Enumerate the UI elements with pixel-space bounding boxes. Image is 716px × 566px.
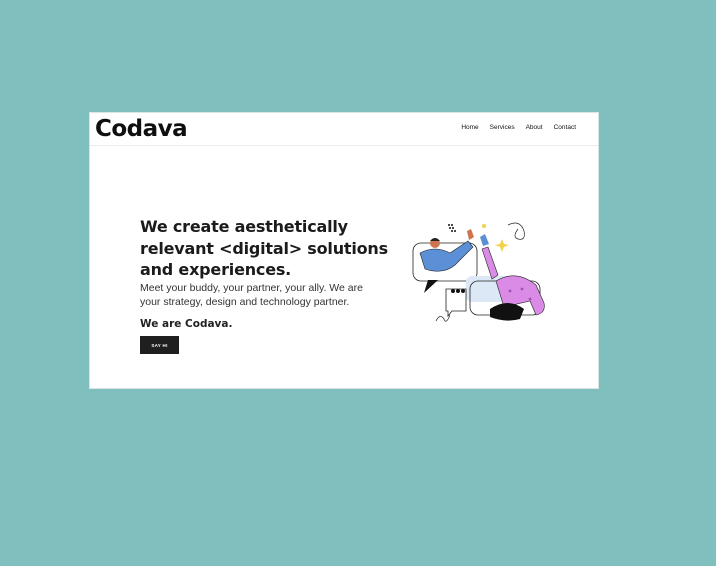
- sparkle-dot: [482, 224, 486, 228]
- shirt-dot: [520, 287, 524, 291]
- nav-home[interactable]: Home: [461, 123, 478, 133]
- tagline: We are Codava.: [140, 318, 233, 330]
- hero-subtitle: Meet your buddy, your partner, your ally…: [140, 281, 390, 309]
- typing-dot: [461, 289, 465, 293]
- person-left-hair: [430, 238, 440, 241]
- nav-about[interactable]: About: [526, 123, 543, 133]
- nav-services[interactable]: Services: [490, 123, 515, 133]
- dots-decoration: [448, 224, 456, 232]
- main-nav: Home Services About Contact: [461, 123, 576, 133]
- person-right-hand: [480, 234, 489, 246]
- hero-title: We create aesthetically relevant <digita…: [140, 216, 388, 281]
- star-icon: [495, 239, 509, 252]
- high-five-illustration: [412, 222, 545, 322]
- hero-subtitle-line: Meet your buddy, your partner, your ally…: [140, 282, 363, 294]
- logo[interactable]: Codava: [95, 115, 188, 143]
- person-right-arm: [481, 246, 499, 280]
- person-right-skirt: [490, 303, 524, 321]
- say-hi-button[interactable]: SAY HI: [140, 336, 179, 354]
- person-left-body: [419, 240, 474, 272]
- shirt-dot: [528, 297, 532, 301]
- typing-dot: [451, 289, 455, 293]
- nav-contact[interactable]: Contact: [554, 123, 576, 133]
- speech-bubble-middle: [445, 288, 467, 318]
- hero-title-line: relevant <digital> solutions: [140, 238, 388, 258]
- typing-dot: [456, 289, 460, 293]
- shirt-dot: [508, 289, 512, 293]
- hero-subtitle-line: your strategy, design and technology par…: [140, 296, 350, 308]
- bubble-tail-left: [424, 280, 438, 293]
- swirl-doodle: [507, 222, 525, 240]
- hero-title-line: and experiences.: [140, 260, 292, 279]
- hero-title-line: We create aesthetically: [140, 217, 348, 236]
- site-header: Codava Home Services About Contact: [90, 113, 598, 146]
- person-left-hand: [467, 229, 474, 240]
- website-preview-card: Codava Home Services About Contact We cr…: [89, 112, 599, 389]
